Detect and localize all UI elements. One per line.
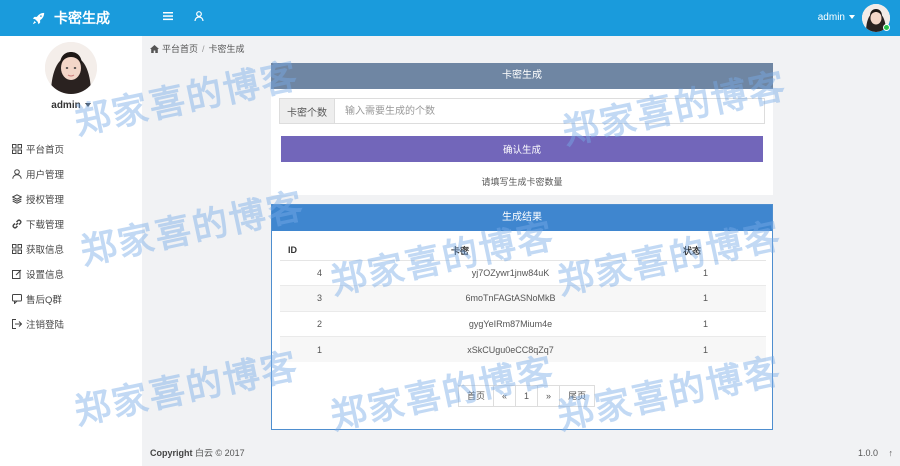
- sidebar-item-settings[interactable]: 设置信息: [12, 261, 64, 286]
- rocket-icon: [32, 12, 45, 24]
- quantity-input[interactable]: [335, 99, 764, 123]
- cell-id: 1: [280, 336, 358, 362]
- sidebar-item-home[interactable]: 平台首页: [12, 136, 64, 161]
- breadcrumb-home[interactable]: 平台首页: [162, 42, 198, 55]
- cell-key: gygYeIRm87Mium4e: [358, 310, 663, 337]
- sidebar-item-auth[interactable]: 授权管理: [12, 186, 64, 211]
- user-icon: [12, 168, 22, 179]
- brand-title: 卡密生成: [54, 10, 110, 26]
- cell-key: xSkCUgu0eCC8qZq7: [358, 336, 663, 362]
- column-header-id: ID: [280, 241, 358, 261]
- cell-status: 1: [663, 336, 766, 362]
- chevron-down-icon: [84, 103, 91, 108]
- chat-icon: [12, 293, 22, 304]
- user-icon[interactable]: [194, 11, 204, 25]
- top-username: admin: [817, 12, 845, 23]
- cell-status: 1: [663, 310, 766, 337]
- footer-text: 白云 © 2017: [195, 448, 245, 458]
- breadcrumb: 平台首页 / 卡密生成: [150, 42, 245, 55]
- pager-page-1[interactable]: 1: [515, 386, 538, 406]
- table-row: 1 xSkCUgu0eCC8qZq7 1: [280, 336, 766, 362]
- online-status-dot: [883, 24, 890, 31]
- sidebar-item-label: 授权管理: [26, 194, 65, 206]
- sidebar-item-label: 平台首页: [26, 144, 65, 156]
- sidebar-item-info[interactable]: 获取信息: [12, 236, 64, 261]
- sidebar-menu: 平台首页 用户管理 授权管理 下载管理 获取信息 设置信息 售后Q群 注销登陆: [12, 136, 64, 336]
- breadcrumb-separator: /: [202, 43, 205, 54]
- generate-panel: 卡密生成 卡密个数 确认生成 请填写生成卡密数量: [271, 63, 773, 195]
- sidebar-item-qq-group[interactable]: 售后Q群: [12, 286, 64, 311]
- table-row: 3 6moTnFAGtASNoMkB 1: [280, 285, 766, 311]
- pager-next[interactable]: »: [537, 386, 559, 406]
- sidebar-item-logout[interactable]: 注销登陆: [12, 311, 64, 336]
- quantity-addon-label: 卡密个数: [280, 99, 335, 123]
- logout-icon: [12, 318, 22, 329]
- pagination: 首页 « 1 » 尾页: [458, 385, 596, 407]
- footer-version: 1.0.0 ↑: [858, 441, 893, 466]
- top-navbar: 卡密生成 admin: [0, 0, 900, 36]
- pager-first[interactable]: 首页: [459, 386, 493, 406]
- generate-panel-title: 卡密生成: [271, 63, 773, 89]
- sidebar-item-label: 注销登陆: [26, 319, 65, 331]
- quantity-input-group: 卡密个数: [279, 98, 765, 124]
- brand[interactable]: 卡密生成: [0, 0, 142, 36]
- grid-icon: [12, 243, 22, 254]
- sidebar-item-label: 下载管理: [26, 219, 65, 231]
- pager-last[interactable]: 尾页: [559, 386, 594, 406]
- sidebar-avatar[interactable]: [45, 42, 97, 94]
- sidebar: admin 平台首页 用户管理 授权管理 下载管理 获取信息 设置信息 售后Q群…: [0, 36, 142, 466]
- sidebar-item-label: 用户管理: [26, 169, 65, 181]
- sidebar-item-label: 设置信息: [26, 269, 65, 281]
- sidebar-item-users[interactable]: 用户管理: [12, 161, 64, 186]
- layers-icon: [12, 193, 22, 204]
- back-to-top-icon[interactable]: ↑: [889, 448, 894, 458]
- breadcrumb-current: 卡密生成: [208, 44, 245, 54]
- chevron-down-icon: [849, 15, 855, 20]
- edit-icon: [12, 269, 22, 279]
- user-menu[interactable]: admin: [818, 12, 855, 23]
- result-panel-title: 生成结果: [272, 205, 772, 231]
- confirm-generate-button[interactable]: 确认生成: [281, 136, 763, 162]
- sidebar-item-label: 售后Q群: [26, 294, 62, 306]
- sidebar-item-label: 获取信息: [26, 244, 65, 256]
- home-icon: [150, 44, 159, 53]
- table-row: 4 yj7OZywr1jnw84uK 1: [280, 259, 766, 286]
- version-number: 1.0.0: [857, 448, 878, 458]
- cell-key: yj7OZywr1jnw84uK: [358, 259, 663, 286]
- table-header-row: ID 卡密 状态: [280, 241, 766, 261]
- table-row: 2 gygYeIRm87Mium4e 1: [280, 310, 766, 337]
- sidebar-user-menu[interactable]: admin: [0, 100, 142, 111]
- cell-status: 1: [663, 285, 766, 311]
- footer: Copyright 白云 © 2017 1.0.0 ↑: [142, 441, 900, 466]
- sidebar-username: admin: [51, 100, 81, 111]
- cell-id: 2: [280, 310, 358, 337]
- sidebar-item-downloads[interactable]: 下载管理: [12, 211, 64, 236]
- column-header-key: 卡密: [358, 241, 663, 261]
- menu-toggle-icon[interactable]: [163, 11, 173, 24]
- cell-key: 6moTnFAGtASNoMkB: [358, 285, 663, 311]
- result-panel: 生成结果 ID 卡密 状态 4 yj7OZywr1jnw84uK 1 3 6mo…: [271, 204, 773, 430]
- cell-id: 3: [280, 285, 358, 311]
- column-header-status: 状态: [663, 241, 766, 261]
- pager-prev[interactable]: «: [493, 386, 515, 406]
- footer-copyright-label: Copyright: [150, 448, 193, 458]
- generate-hint: 请填写生成卡密数量: [481, 177, 563, 187]
- cell-status: 1: [663, 259, 766, 286]
- result-table: ID 卡密 状态 4 yj7OZywr1jnw84uK 1 3 6moTnFAG…: [280, 241, 766, 362]
- link-icon: [12, 219, 22, 228]
- grid-icon: [12, 143, 22, 154]
- cell-id: 4: [280, 259, 358, 286]
